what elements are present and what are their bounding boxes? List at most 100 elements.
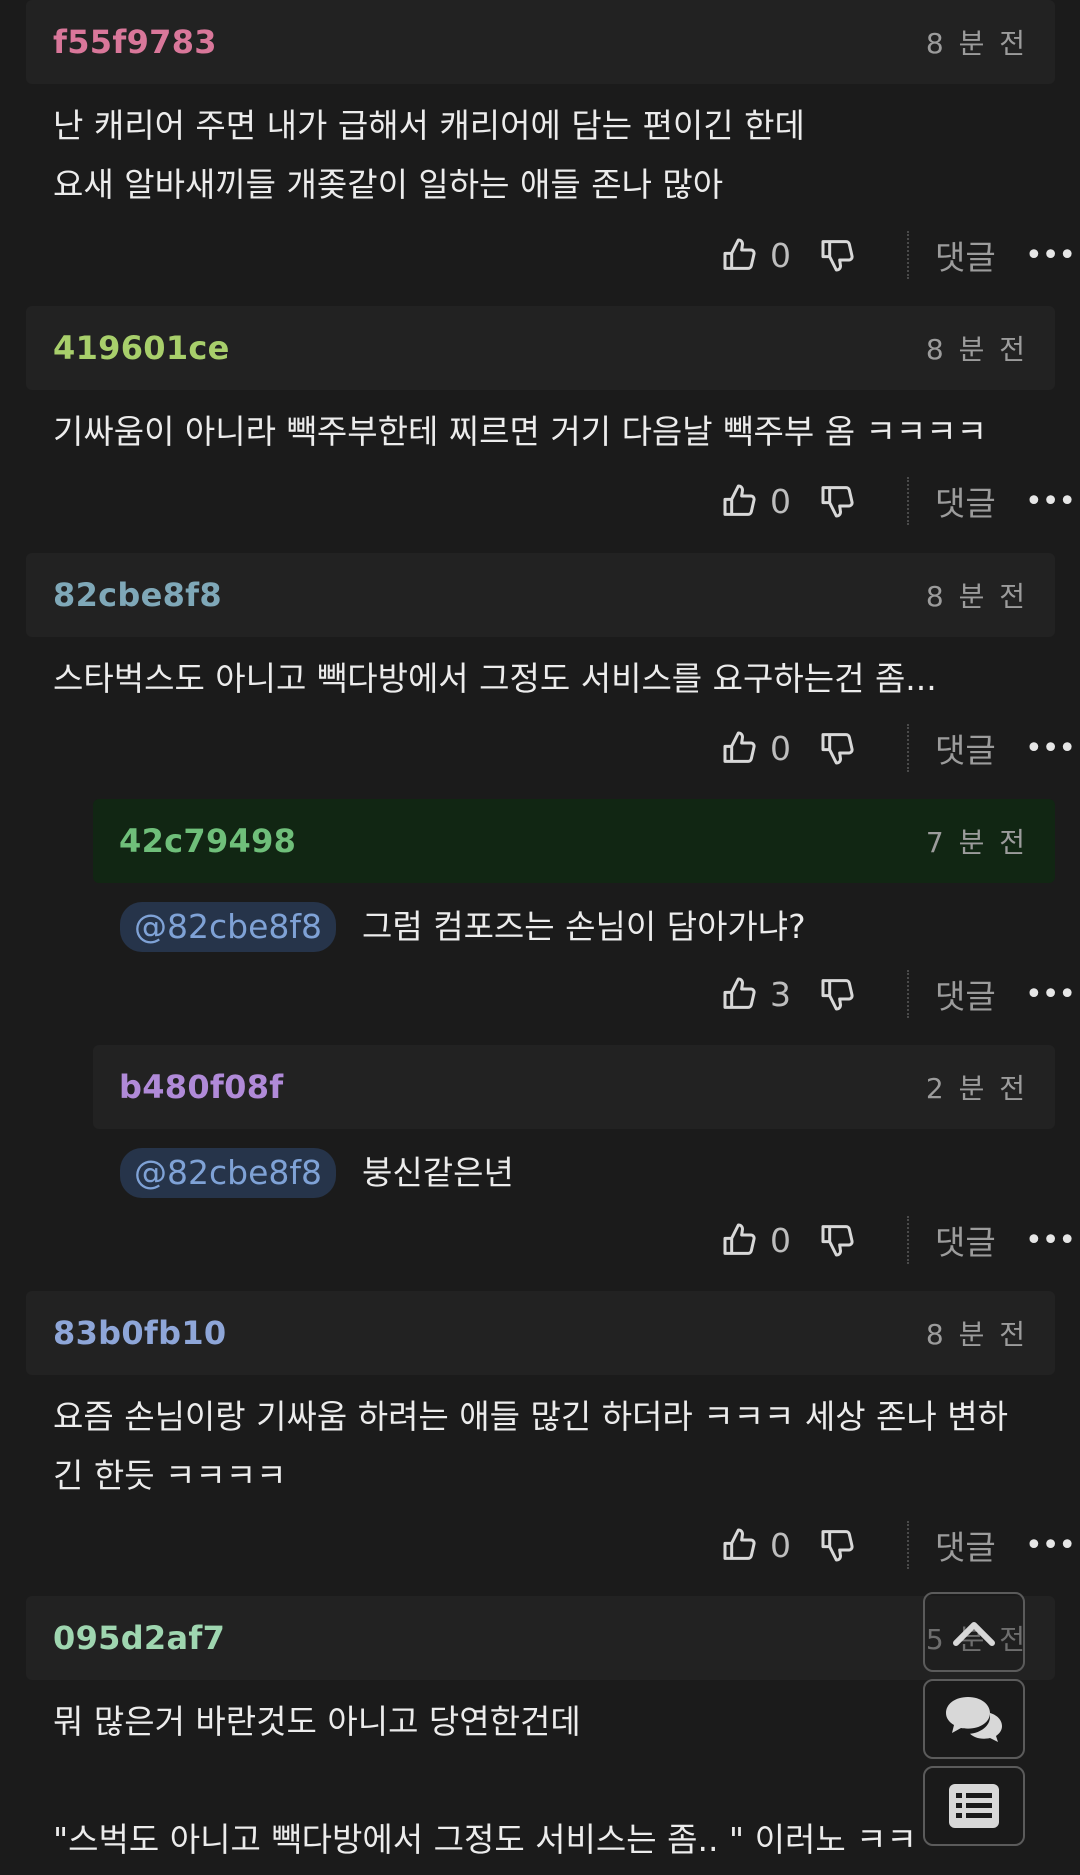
like-count: 0: [770, 1220, 791, 1260]
like-button[interactable]: 0: [720, 1220, 791, 1260]
comment-author[interactable]: 82cbe8f8: [53, 576, 222, 614]
like-button[interactable]: 0: [720, 1525, 791, 1565]
comment-line: 긴 한듯 ㅋㅋㅋㅋ: [53, 1456, 287, 1495]
dislike-button[interactable]: [818, 974, 858, 1014]
comment-line: 뭐 많은거 바란것도 아니고 당연한건데: [53, 1702, 581, 1741]
comment-body: @82cbe8f8 그럼 컴포즈는 손님이 담아가냐?: [93, 883, 1055, 956]
comment-header: 82cbe8f8 8 분 전: [26, 553, 1055, 637]
comment-actions: 0 댓글 •••: [720, 1205, 1080, 1275]
thumbs-up-icon: [723, 1223, 756, 1255]
dislike-button[interactable]: [818, 1220, 858, 1260]
like-count: 0: [770, 481, 791, 521]
reply-button[interactable]: 댓글: [935, 231, 996, 279]
scroll-top-button[interactable]: [923, 1592, 1025, 1672]
like-count: 3: [770, 974, 791, 1014]
more-options-icon[interactable]: •••: [1025, 731, 1076, 766]
comment-header: 42c79498 7 분 전: [93, 799, 1055, 883]
comment-header: 419601ce 8 분 전: [26, 306, 1055, 390]
comment: 419601ce 8 분 전 기싸움이 아니라 빽주부한테 찌르면 거기 다음날…: [26, 306, 1055, 461]
thumbs-down-icon: [821, 979, 854, 1011]
reply-button[interactable]: 댓글: [935, 970, 996, 1018]
comment-author[interactable]: f55f9783: [53, 23, 217, 61]
more-options-icon[interactable]: •••: [1025, 1528, 1076, 1563]
comment-author[interactable]: 095d2af7: [53, 1619, 225, 1657]
action-divider: [907, 970, 909, 1018]
dislike-button[interactable]: [818, 728, 858, 768]
action-divider: [907, 477, 909, 525]
like-count: 0: [770, 235, 791, 275]
thumbs-down-icon: [821, 240, 854, 272]
comment: 095d2af7 5 분 전 뭐 많은거 바란것도 아니고 당연한건데 "스벅도…: [26, 1596, 1055, 1869]
comment-body: 요즘 손님이랑 기싸움 하려는 애들 많긴 하더라 ㅋㅋㅋ 세상 존나 변하 긴…: [26, 1375, 1055, 1505]
comment-line: 그럼 컴포즈는 손님이 담아가냐?: [362, 907, 806, 946]
comment-actions: 0 댓글 •••: [720, 220, 1080, 290]
more-options-icon[interactable]: •••: [1025, 977, 1076, 1012]
comment-actions: 0 댓글 •••: [720, 1510, 1080, 1580]
like-count: 0: [770, 1525, 791, 1565]
action-divider: [907, 1521, 909, 1569]
comment-line: 난 캐리어 주면 내가 급해서 캐리어에 담는 편이긴 한데: [53, 106, 805, 145]
comment: 82cbe8f8 8 분 전 스타벅스도 아니고 빽다방에서 그정도 서비스를 …: [26, 553, 1055, 708]
comment-line: "스벅도 아니고 빽다방에서 그정도 서비스는 좀.. " 이러노 ㅋㅋ: [53, 1820, 917, 1859]
comment-line: 붕신같은년: [362, 1153, 514, 1192]
comment-actions: 0 댓글 •••: [720, 466, 1080, 536]
comment-author[interactable]: 42c79498: [119, 822, 296, 860]
comment: 83b0fb10 8 분 전 요즘 손님이랑 기싸움 하려는 애들 많긴 하더라…: [26, 1291, 1055, 1505]
comment-time: 8 분 전: [925, 333, 1028, 366]
comment-time: 8 분 전: [925, 27, 1028, 60]
dislike-button[interactable]: [818, 481, 858, 521]
reply-button[interactable]: 댓글: [935, 477, 996, 525]
action-divider: [907, 724, 909, 772]
thumbs-up-icon: [723, 484, 756, 516]
comment: f55f9783 8 분 전 난 캐리어 주면 내가 급해서 캐리어에 담는 편…: [26, 0, 1055, 214]
reply-button[interactable]: 댓글: [935, 1216, 996, 1264]
mention-tag[interactable]: @82cbe8f8: [120, 1148, 336, 1198]
dislike-button[interactable]: [818, 1525, 858, 1565]
comment-author[interactable]: b480f08f: [119, 1068, 283, 1106]
dislike-button[interactable]: [818, 235, 858, 275]
comment-line: 요새 알바새끼들 개좆같이 일하는 애들 존나 많아: [53, 165, 724, 204]
comment-header: f55f9783 8 분 전: [26, 0, 1055, 84]
like-button[interactable]: 0: [720, 728, 791, 768]
chat-bubbles-icon: [946, 1697, 1002, 1742]
thumbs-down-icon: [821, 1225, 854, 1257]
thumbs-up-icon: [723, 731, 756, 763]
more-options-icon[interactable]: •••: [1025, 1223, 1076, 1258]
chevron-up-icon: [953, 1622, 995, 1646]
like-button[interactable]: 3: [720, 974, 791, 1014]
thumbs-up-icon: [723, 1528, 756, 1560]
comment-header: b480f08f 2 분 전: [93, 1045, 1055, 1129]
comment-header: 83b0fb10 8 분 전: [26, 1291, 1055, 1375]
comment-time: 2 분 전: [925, 1072, 1028, 1105]
thumbs-up-icon: [723, 238, 756, 270]
more-options-icon[interactable]: •••: [1025, 238, 1076, 273]
list-button[interactable]: [923, 1766, 1025, 1846]
comment-body: 기싸움이 아니라 빽주부한테 찌르면 거기 다음날 빽주부 옴 ㅋㅋㅋㅋ: [26, 390, 1055, 461]
comment-author[interactable]: 419601ce: [53, 329, 230, 367]
comment-line: [53, 1751, 1028, 1810]
like-count: 0: [770, 728, 791, 768]
comment-body: 스타벅스도 아니고 빽다방에서 그정도 서비스를 요구하는건 좀...: [26, 637, 1055, 708]
more-options-icon[interactable]: •••: [1025, 484, 1076, 519]
like-button[interactable]: 0: [720, 235, 791, 275]
comment-time: 7 분 전: [925, 826, 1028, 859]
comments-button[interactable]: [923, 1679, 1025, 1759]
comment-line: 기싸움이 아니라 빽주부한테 찌르면 거기 다음날 빽주부 옴 ㅋㅋㅋㅋ: [53, 412, 987, 451]
comment-time: 8 분 전: [925, 1318, 1028, 1351]
list-icon: [949, 1784, 999, 1828]
comment-time: 8 분 전: [925, 580, 1028, 613]
comment-line: 요즘 손님이랑 기싸움 하려는 애들 많긴 하더라 ㅋㅋㅋ 세상 존나 변하: [53, 1397, 1008, 1436]
comment-actions: 3 댓글 •••: [720, 959, 1080, 1029]
mention-tag[interactable]: @82cbe8f8: [120, 902, 336, 952]
like-button[interactable]: 0: [720, 481, 791, 521]
reply-button[interactable]: 댓글: [935, 724, 996, 772]
comment-body: 난 캐리어 주면 내가 급해서 캐리어에 담는 편이긴 한데 요새 알바새끼들 …: [26, 84, 1055, 214]
comment-body: 뭐 많은거 바란것도 아니고 당연한건데 "스벅도 아니고 빽다방에서 그정도 …: [26, 1680, 1055, 1869]
comment-line: 스타벅스도 아니고 빽다방에서 그정도 서비스를 요구하는건 좀...: [53, 659, 937, 698]
comment-body: @82cbe8f8 붕신같은년: [93, 1129, 1055, 1202]
reply-button[interactable]: 댓글: [935, 1521, 996, 1569]
reply-comment: b480f08f 2 분 전 @82cbe8f8 붕신같은년: [93, 1045, 1055, 1202]
action-divider: [907, 1216, 909, 1264]
comment-header: 095d2af7 5 분 전: [26, 1596, 1055, 1680]
comment-author[interactable]: 83b0fb10: [53, 1314, 226, 1352]
